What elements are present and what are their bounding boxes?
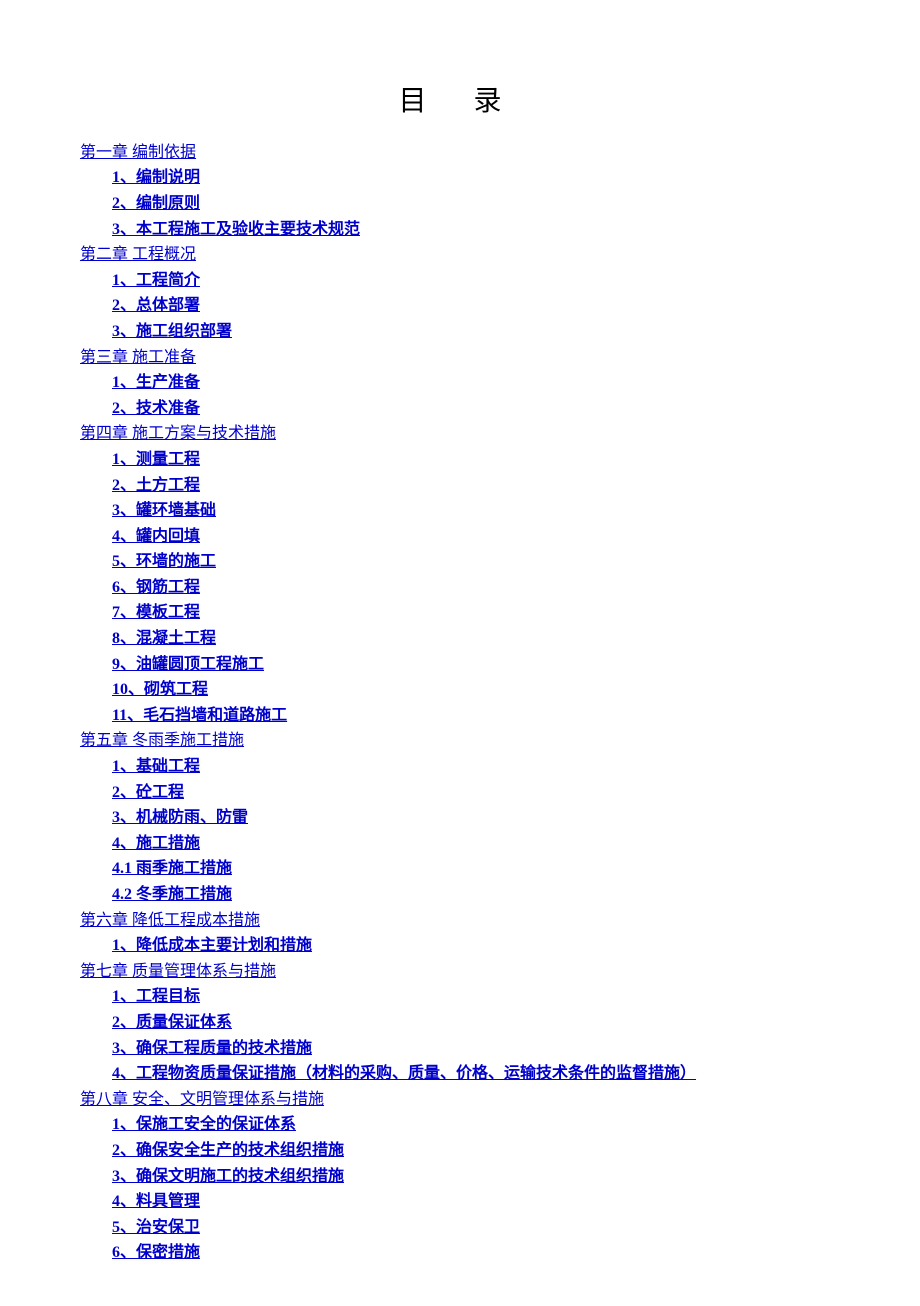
section-link[interactable]: 1、基础工程	[112, 754, 840, 780]
chapter-link[interactable]: 第一章 编制依据	[80, 140, 840, 166]
section-link[interactable]: 5、环墙的施工	[112, 549, 840, 575]
section-link[interactable]: 8、混凝土工程	[112, 626, 840, 652]
section-link[interactable]: 4.2 冬季施工措施	[112, 882, 840, 908]
section-link[interactable]: 2、质量保证体系	[112, 1010, 840, 1036]
chapter-link[interactable]: 第五章 冬雨季施工措施	[80, 728, 840, 754]
section-link[interactable]: 5、治安保卫	[112, 1215, 840, 1241]
toc-container: 第一章 编制依据1、编制说明2、编制原则3、本工程施工及验收主要技术规范第二章 …	[80, 140, 840, 1266]
section-link[interactable]: 6、钢筋工程	[112, 575, 840, 601]
section-link[interactable]: 1、生产准备	[112, 370, 840, 396]
chapter-link[interactable]: 第七章 质量管理体系与措施	[80, 959, 840, 985]
section-link[interactable]: 4、施工措施	[112, 831, 840, 857]
section-link[interactable]: 4、罐内回填	[112, 524, 840, 550]
section-link[interactable]: 3、施工组织部署	[112, 319, 840, 345]
chapter-link[interactable]: 第八章 安全、文明管理体系与措施	[80, 1087, 840, 1113]
section-link[interactable]: 4、料具管理	[112, 1189, 840, 1215]
chapter-link[interactable]: 第三章 施工准备	[80, 345, 840, 371]
chapter-link[interactable]: 第六章 降低工程成本措施	[80, 908, 840, 934]
section-link[interactable]: 1、保施工安全的保证体系	[112, 1112, 840, 1138]
section-link[interactable]: 3、机械防雨、防雷	[112, 805, 840, 831]
section-link[interactable]: 2、砼工程	[112, 780, 840, 806]
section-link[interactable]: 3、确保工程质量的技术措施	[112, 1036, 840, 1062]
section-link[interactable]: 6、保密措施	[112, 1240, 840, 1266]
section-link[interactable]: 4.1 雨季施工措施	[112, 856, 840, 882]
section-link[interactable]: 1、编制说明	[112, 165, 840, 191]
section-link[interactable]: 1、降低成本主要计划和措施	[112, 933, 840, 959]
section-link[interactable]: 2、确保安全生产的技术组织措施	[112, 1138, 840, 1164]
section-link[interactable]: 10、砌筑工程	[112, 677, 840, 703]
section-link[interactable]: 3、确保文明施工的技术组织措施	[112, 1164, 840, 1190]
section-link[interactable]: 1、工程简介	[112, 268, 840, 294]
section-link[interactable]: 2、总体部署	[112, 293, 840, 319]
section-link[interactable]: 2、土方工程	[112, 473, 840, 499]
section-link[interactable]: 3、本工程施工及验收主要技术规范	[112, 217, 840, 243]
toc-title: 目 录	[80, 80, 840, 125]
section-link[interactable]: 9、油罐圆顶工程施工	[112, 652, 840, 678]
section-link[interactable]: 7、模板工程	[112, 600, 840, 626]
section-link[interactable]: 11、毛石挡墙和道路施工	[112, 703, 840, 729]
chapter-link[interactable]: 第二章 工程概况	[80, 242, 840, 268]
section-link[interactable]: 1、测量工程	[112, 447, 840, 473]
chapter-link[interactable]: 第四章 施工方案与技术措施	[80, 421, 840, 447]
section-link[interactable]: 4、工程物资质量保证措施（材料的采购、质量、价格、运输技术条件的监督措施）	[112, 1061, 840, 1087]
section-link[interactable]: 1、工程目标	[112, 984, 840, 1010]
section-link[interactable]: 2、技术准备	[112, 396, 840, 422]
section-link[interactable]: 3、罐环墙基础	[112, 498, 840, 524]
section-link[interactable]: 2、编制原则	[112, 191, 840, 217]
